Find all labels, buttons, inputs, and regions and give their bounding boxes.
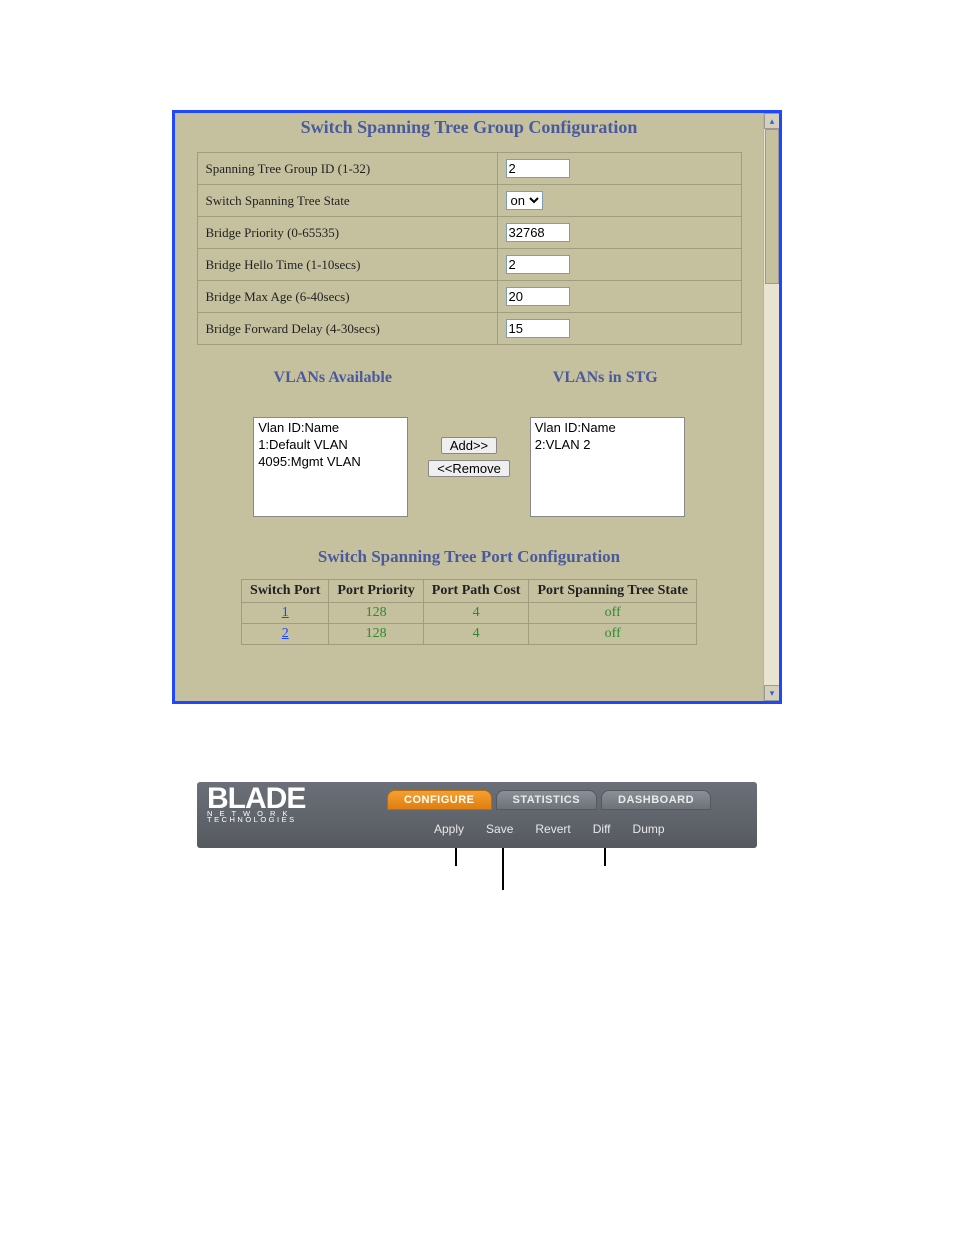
- config-row-value-cell: [497, 313, 741, 345]
- vlan-list-item[interactable]: 1:Default VLAN: [258, 437, 403, 454]
- port-table-header: Port Path Cost: [423, 580, 529, 603]
- logo-sub2: TECHNOLOGIES: [207, 816, 305, 824]
- config-row-label: Bridge Hello Time (1-10secs): [197, 249, 497, 281]
- port-stp-state: off: [529, 624, 697, 645]
- config-row-label: Bridge Priority (0-65535): [197, 217, 497, 249]
- pointer-lines: [197, 848, 757, 898]
- config-text-input[interactable]: [506, 319, 570, 338]
- pointer-line-apply: [455, 848, 457, 866]
- config-row-label: Spanning Tree Group ID (1-32): [197, 153, 497, 185]
- vlans-in-stg-heading: VLANs in STG: [469, 369, 742, 387]
- config-row: Spanning Tree Group ID (1-32): [197, 153, 741, 185]
- scroll-thumb[interactable]: [765, 129, 779, 284]
- port-table-header: Switch Port: [242, 580, 329, 603]
- vlan-list-item[interactable]: 4095:Mgmt VLAN: [258, 454, 403, 471]
- tab-dashboard[interactable]: DASHBOARD: [601, 790, 711, 810]
- tab-configure[interactable]: CONFIGURE: [387, 790, 492, 810]
- tab-row: CONFIGURESTATISTICSDASHBOARD: [387, 790, 711, 810]
- remove-vlan-button[interactable]: <<Remove: [428, 460, 510, 477]
- port-priority: 128: [329, 624, 423, 645]
- vlans-available-listbox[interactable]: Vlan ID:Name1:Default VLAN4095:Mgmt VLAN: [253, 417, 408, 517]
- config-text-input[interactable]: [506, 255, 570, 274]
- menu-revert[interactable]: Revert: [535, 822, 570, 836]
- pointer-line-diff: [604, 848, 606, 866]
- config-row: Switch Spanning Tree State on: [197, 185, 741, 217]
- config-row: Bridge Max Age (6-40secs): [197, 281, 741, 313]
- port-stp-state: off: [529, 603, 697, 624]
- config-row: Bridge Forward Delay (4-30secs): [197, 313, 741, 345]
- config-row-value-cell: [497, 153, 741, 185]
- scroll-down-button[interactable]: ▾: [764, 685, 780, 701]
- config-row: Bridge Hello Time (1-10secs): [197, 249, 741, 281]
- config-row-value-cell: on: [497, 185, 741, 217]
- port-table-header: Port Priority: [329, 580, 423, 603]
- vlan-headings: VLANs Available VLANs in STG: [197, 369, 742, 387]
- port-link[interactable]: 2: [242, 624, 329, 645]
- menu-diff[interactable]: Diff: [593, 822, 611, 836]
- vertical-scrollbar[interactable]: ▴ ▾: [763, 113, 779, 701]
- logo: BLADE N E T W O R K TECHNOLOGIES: [207, 786, 305, 824]
- config-row-value-cell: [497, 281, 741, 313]
- stp-group-config-title: Switch Spanning Tree Group Configuration: [175, 117, 763, 138]
- add-vlan-button[interactable]: Add>>: [441, 437, 497, 454]
- stp-port-config-table: Switch PortPort PriorityPort Path CostPo…: [241, 579, 697, 645]
- scroll-up-button[interactable]: ▴: [764, 113, 780, 129]
- vlan-list-header: Vlan ID:Name: [258, 420, 403, 437]
- config-row-label: Bridge Forward Delay (4-30secs): [197, 313, 497, 345]
- config-text-input[interactable]: [506, 287, 570, 306]
- vlan-list-item[interactable]: 2:VLAN 2: [535, 437, 680, 454]
- config-text-input[interactable]: [506, 159, 570, 178]
- config-row-label: Switch Spanning Tree State: [197, 185, 497, 217]
- stp-config-panel: Switch Spanning Tree Group Configuration…: [172, 110, 782, 704]
- vlan-transfer-buttons: Add>> <<Remove: [428, 437, 510, 477]
- stp-port-config-title: Switch Spanning Tree Port Configuration: [175, 547, 763, 567]
- stp-group-config-table: Spanning Tree Group ID (1-32)Switch Span…: [197, 152, 742, 345]
- menu-apply[interactable]: Apply: [434, 822, 464, 836]
- config-text-input[interactable]: [506, 223, 570, 242]
- stp-state-select[interactable]: on: [506, 191, 543, 210]
- tab-statistics[interactable]: STATISTICS: [496, 790, 598, 810]
- config-row-label: Bridge Max Age (6-40secs): [197, 281, 497, 313]
- vlan-picker: Vlan ID:Name1:Default VLAN4095:Mgmt VLAN…: [219, 417, 719, 517]
- logo-main-text: BLADE: [207, 786, 305, 812]
- menu-save[interactable]: Save: [486, 822, 513, 836]
- port-path-cost: 4: [423, 624, 529, 645]
- vlans-available-heading: VLANs Available: [197, 369, 470, 387]
- config-row-value-cell: [497, 217, 741, 249]
- config-row: Bridge Priority (0-65535): [197, 217, 741, 249]
- port-table-row: 21284off: [242, 624, 697, 645]
- toolbar-panel: BLADE N E T W O R K TECHNOLOGIES CONFIGU…: [197, 782, 757, 848]
- port-priority: 128: [329, 603, 423, 624]
- vlan-list-header: Vlan ID:Name: [535, 420, 680, 437]
- stp-config-content: Switch Spanning Tree Group Configuration…: [175, 113, 763, 701]
- menu-row: Apply Save Revert Diff Dump: [434, 822, 665, 836]
- menu-dump[interactable]: Dump: [633, 822, 665, 836]
- port-table-header: Port Spanning Tree State: [529, 580, 697, 603]
- port-table-row: 11284off: [242, 603, 697, 624]
- pointer-line-save: [502, 848, 504, 890]
- port-path-cost: 4: [423, 603, 529, 624]
- port-link[interactable]: 1: [242, 603, 329, 624]
- config-row-value-cell: [497, 249, 741, 281]
- vlans-in-stg-listbox[interactable]: Vlan ID:Name2:VLAN 2: [530, 417, 685, 517]
